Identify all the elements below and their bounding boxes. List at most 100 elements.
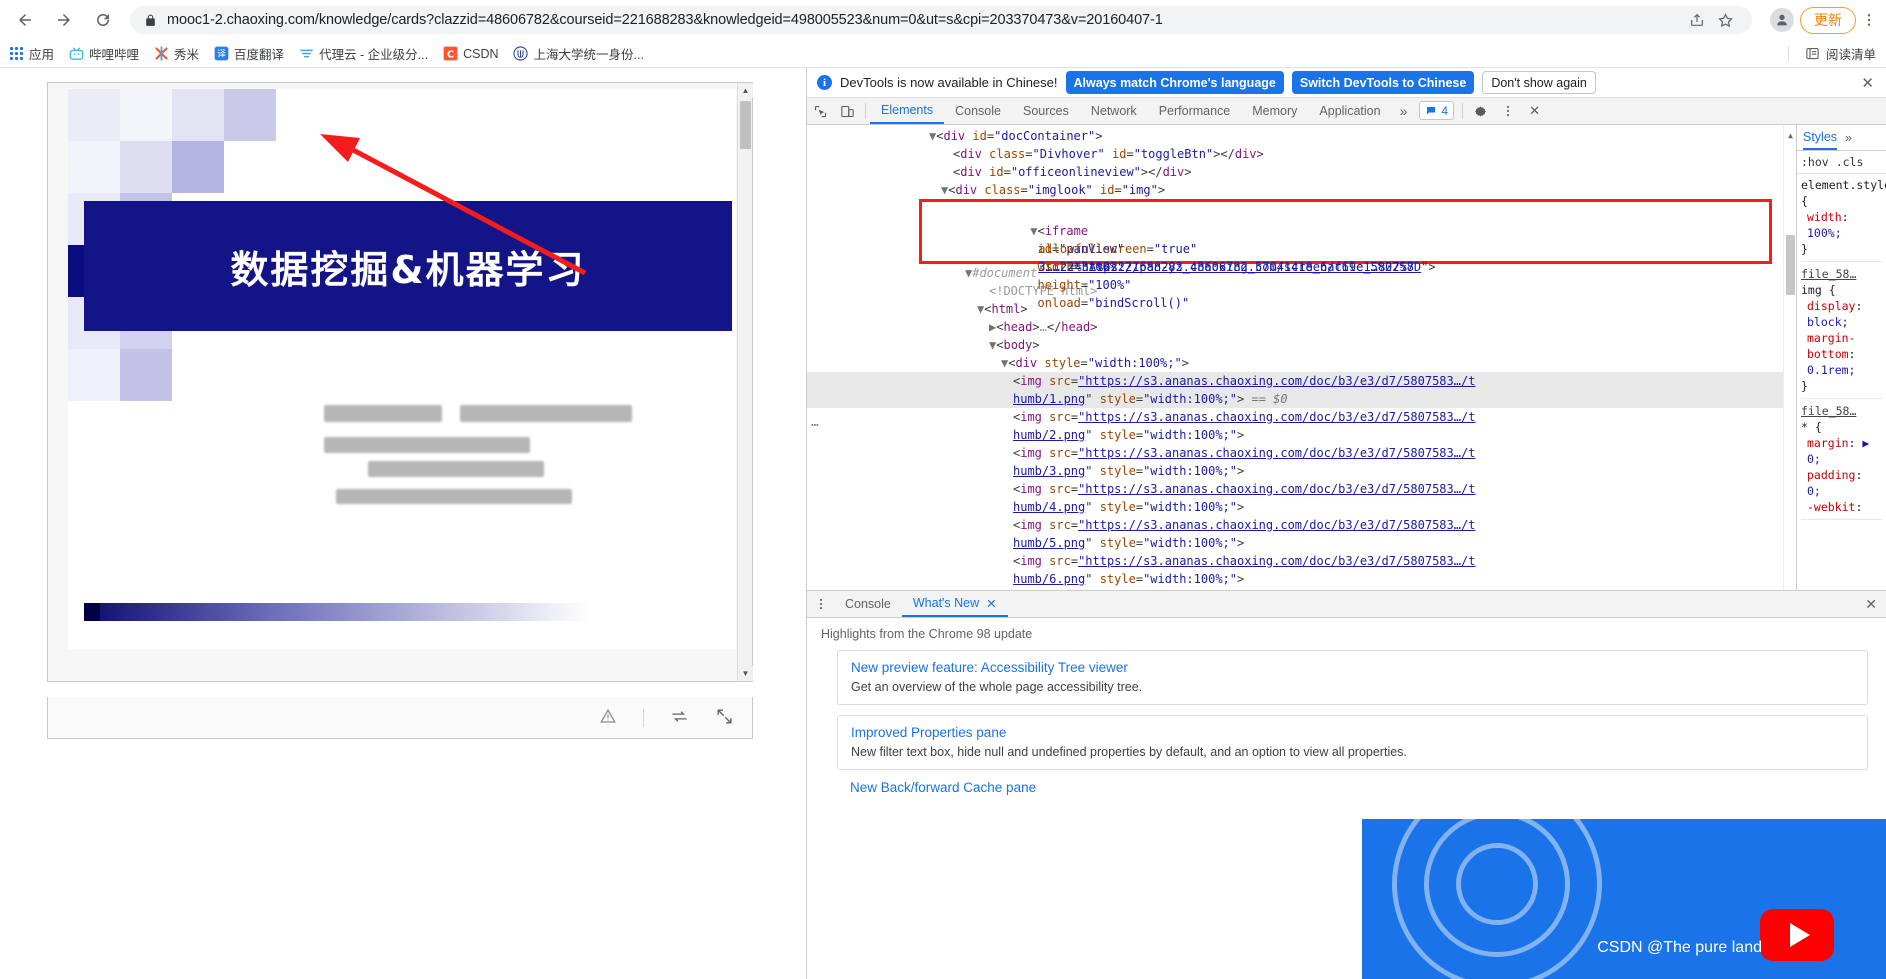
- tab-sources[interactable]: Sources: [1012, 98, 1080, 124]
- tab-application[interactable]: Application: [1308, 98, 1391, 124]
- tab-performance[interactable]: Performance: [1148, 98, 1242, 124]
- scrollbar-thumb[interactable]: [740, 101, 751, 149]
- bookmark-daili-cloud[interactable]: 代理云 - 企业级分...: [292, 43, 434, 65]
- dom-line-img-style[interactable]: humb/4.png" style="width:100%;">: [807, 498, 1796, 516]
- scrollbar-thumb[interactable]: [1786, 235, 1795, 295]
- dom-line[interactable]: ▶<head>…</head>: [807, 318, 1796, 336]
- dom-line[interactable]: ▼<div class="imglook" id="img">: [807, 181, 1796, 199]
- update-button[interactable]: 更新: [1800, 6, 1856, 34]
- bookmark-shu[interactable]: 上海大学统一身份...: [507, 43, 650, 65]
- forward-arrow-icon[interactable]: [47, 3, 81, 37]
- video-thumbnail[interactable]: CSDN @The pure land: [1362, 819, 1886, 979]
- tab-memory[interactable]: Memory: [1241, 98, 1308, 124]
- style-declaration[interactable]: display: block;: [1801, 298, 1882, 330]
- dom-line-img-open[interactable]: <img src="https://s3.ananas.chaoxing.com…: [807, 408, 1796, 426]
- chevron-double-right-icon[interactable]: »: [1845, 131, 1852, 145]
- dom-line-img-style[interactable]: humb/1.png" style="width:100%;"> == $0: [807, 390, 1796, 408]
- issues-badge[interactable]: 4: [1419, 101, 1455, 120]
- dom-line-img-style[interactable]: humb/5.png" style="width:100%;">: [807, 534, 1796, 552]
- styles-rules-list[interactable]: element.style {width: 100%;} file_58… img …: [1797, 174, 1886, 620]
- dom-line[interactable]: ▼<div id="docContainer">: [807, 127, 1796, 145]
- chevron-double-right-icon[interactable]: »: [1392, 98, 1416, 124]
- style-declaration[interactable]: margin-bottom: 0.1rem;: [1801, 330, 1882, 378]
- bookmark-csdn[interactable]: C CSDN: [436, 43, 504, 65]
- whats-new-last-item[interactable]: New Back/forward Cache pane: [850, 780, 1886, 795]
- dont-show-again-button[interactable]: Don't show again: [1482, 71, 1596, 94]
- kebab-menu-icon[interactable]: [807, 591, 834, 617]
- bookmark-apps[interactable]: 应用: [2, 43, 60, 65]
- style-close-brace: }: [1801, 242, 1808, 256]
- style-rule[interactable]: element.style {width: 100%;}: [1801, 177, 1886, 262]
- style-origin[interactable]: file_58…: [1801, 266, 1882, 282]
- dom-overflow-dots-button[interactable]: ⋯: [811, 417, 819, 435]
- reading-list-button[interactable]: 阅读清单: [1799, 43, 1882, 65]
- switch-devtools-language-button[interactable]: Switch DevTools to Chinese: [1291, 71, 1475, 94]
- close-icon[interactable]: ✕: [986, 596, 996, 611]
- star-icon[interactable]: [1712, 7, 1738, 33]
- highlighted-iframe-node[interactable]: ▼<iframe id="panView" width="100%" heigh…: [919, 199, 1772, 310]
- inspect-element-icon[interactable]: [807, 98, 834, 124]
- dom-line[interactable]: ▼<div style="width:100%;">: [807, 354, 1796, 372]
- dom-line[interactable]: <!DOCTYPE html>: [807, 282, 1796, 300]
- style-declaration[interactable]: padding: 0;: [1801, 467, 1882, 499]
- always-match-language-button[interactable]: Always match Chrome's language: [1065, 71, 1284, 94]
- bookmark-bilibili[interactable]: 哔哩哔哩: [62, 43, 145, 65]
- dom-line-img-open[interactable]: <img src="https://s3.ananas.chaoxing.com…: [807, 480, 1796, 498]
- style-declaration[interactable]: margin: ▶ 0;: [1801, 435, 1882, 467]
- dom-tree-pane[interactable]: ▼<div id="docContainer"> <div class="Div…: [807, 125, 1796, 620]
- dom-line-img-style[interactable]: humb/3.png" style="width:100%;">: [807, 462, 1796, 480]
- warning-triangle-icon[interactable]: [599, 707, 617, 728]
- reload-icon[interactable]: [86, 3, 120, 37]
- dom-tree-scrollbar[interactable]: ▲ ▼: [1783, 125, 1796, 620]
- fit-width-icon[interactable]: [670, 707, 689, 729]
- close-icon[interactable]: ✕: [1521, 98, 1548, 124]
- dom-line-iframe-open[interactable]: ▼<iframe id="panView" width="100%" heigh…: [922, 204, 1769, 310]
- device-toolbar-icon[interactable]: [834, 98, 861, 124]
- style-origin[interactable]: file_58…: [1801, 403, 1882, 419]
- dom-line-img-style[interactable]: humb/2.png" style="width:100%;">: [807, 426, 1796, 444]
- drawer-tab-console[interactable]: Console: [834, 591, 902, 617]
- card-title[interactable]: New preview feature: Accessibility Tree …: [851, 660, 1854, 675]
- tab-console[interactable]: Console: [944, 98, 1012, 124]
- dom-line[interactable]: ▼<html>: [807, 300, 1796, 318]
- hov-filter-button[interactable]: :hov: [1801, 155, 1829, 169]
- drawer-tab-whats-new[interactable]: What's New ✕: [901, 591, 1008, 617]
- whats-new-card[interactable]: Improved Properties pane New filter text …: [837, 715, 1868, 770]
- style-declaration[interactable]: width: 100%;: [1801, 209, 1882, 241]
- gear-icon[interactable]: [1467, 98, 1494, 124]
- style-rule[interactable]: file_58… img {display: block; margin-botto…: [1801, 266, 1882, 399]
- tab-elements[interactable]: Elements: [870, 98, 945, 124]
- profile-avatar-icon[interactable]: [1770, 8, 1794, 32]
- scroll-up-icon[interactable]: ▲: [738, 83, 753, 98]
- kebab-menu-icon[interactable]: [1856, 5, 1882, 35]
- fullscreen-icon[interactable]: [715, 707, 734, 729]
- close-icon[interactable]: ✕: [1855, 74, 1880, 92]
- dom-line-img-style[interactable]: humb/6.png" style="width:100%;">: [807, 570, 1796, 588]
- whats-new-card[interactable]: New preview feature: Accessibility Tree …: [837, 650, 1868, 705]
- bookmark-baidu-translate[interactable]: 译 百度翻译: [207, 43, 290, 65]
- cls-filter-button[interactable]: .cls: [1836, 155, 1864, 169]
- tab-network[interactable]: Network: [1080, 98, 1148, 124]
- scroll-up-icon[interactable]: ▲: [1784, 127, 1796, 145]
- play-button-icon[interactable]: [1760, 909, 1834, 961]
- bookmark-xiumi[interactable]: 秀米: [147, 43, 205, 65]
- dom-line[interactable]: <div id="officeonlineview"></div>: [807, 163, 1796, 181]
- dom-line-img-open[interactable]: <img src="https://s3.ananas.chaoxing.com…: [807, 444, 1796, 462]
- kebab-menu-icon[interactable]: [1494, 98, 1521, 124]
- close-icon[interactable]: ✕: [1856, 591, 1886, 617]
- dom-line-img-open[interactable]: <img src="https://s3.ananas.chaoxing.com…: [807, 516, 1796, 534]
- dom-line-img-open[interactable]: <img src="https://s3.ananas.chaoxing.com…: [807, 552, 1796, 570]
- tab-styles[interactable]: Styles: [1803, 125, 1838, 150]
- style-declaration[interactable]: -webkit:: [1801, 499, 1882, 515]
- style-close-brace: }: [1801, 379, 1808, 393]
- share-icon[interactable]: [1684, 7, 1710, 33]
- dom-line-img-open[interactable]: <img src="https://s3.ananas.chaoxing.com…: [807, 372, 1796, 390]
- scroll-down-icon[interactable]: ▼: [738, 666, 753, 681]
- address-bar[interactable]: mooc1-2.chaoxing.com/knowledge/cards?cla…: [130, 6, 1752, 34]
- style-rule[interactable]: file_58… * {margin: ▶ 0; padding: 0; -webki…: [1801, 403, 1882, 520]
- dom-line[interactable]: <div class="Divhover" id="toggleBtn"></d…: [807, 145, 1796, 163]
- dom-line[interactable]: ▼<body>: [807, 336, 1796, 354]
- document-scrollbar[interactable]: ▲ ▼: [737, 83, 753, 681]
- back-arrow-icon[interactable]: [8, 3, 42, 37]
- card-title[interactable]: Improved Properties pane: [851, 725, 1854, 740]
